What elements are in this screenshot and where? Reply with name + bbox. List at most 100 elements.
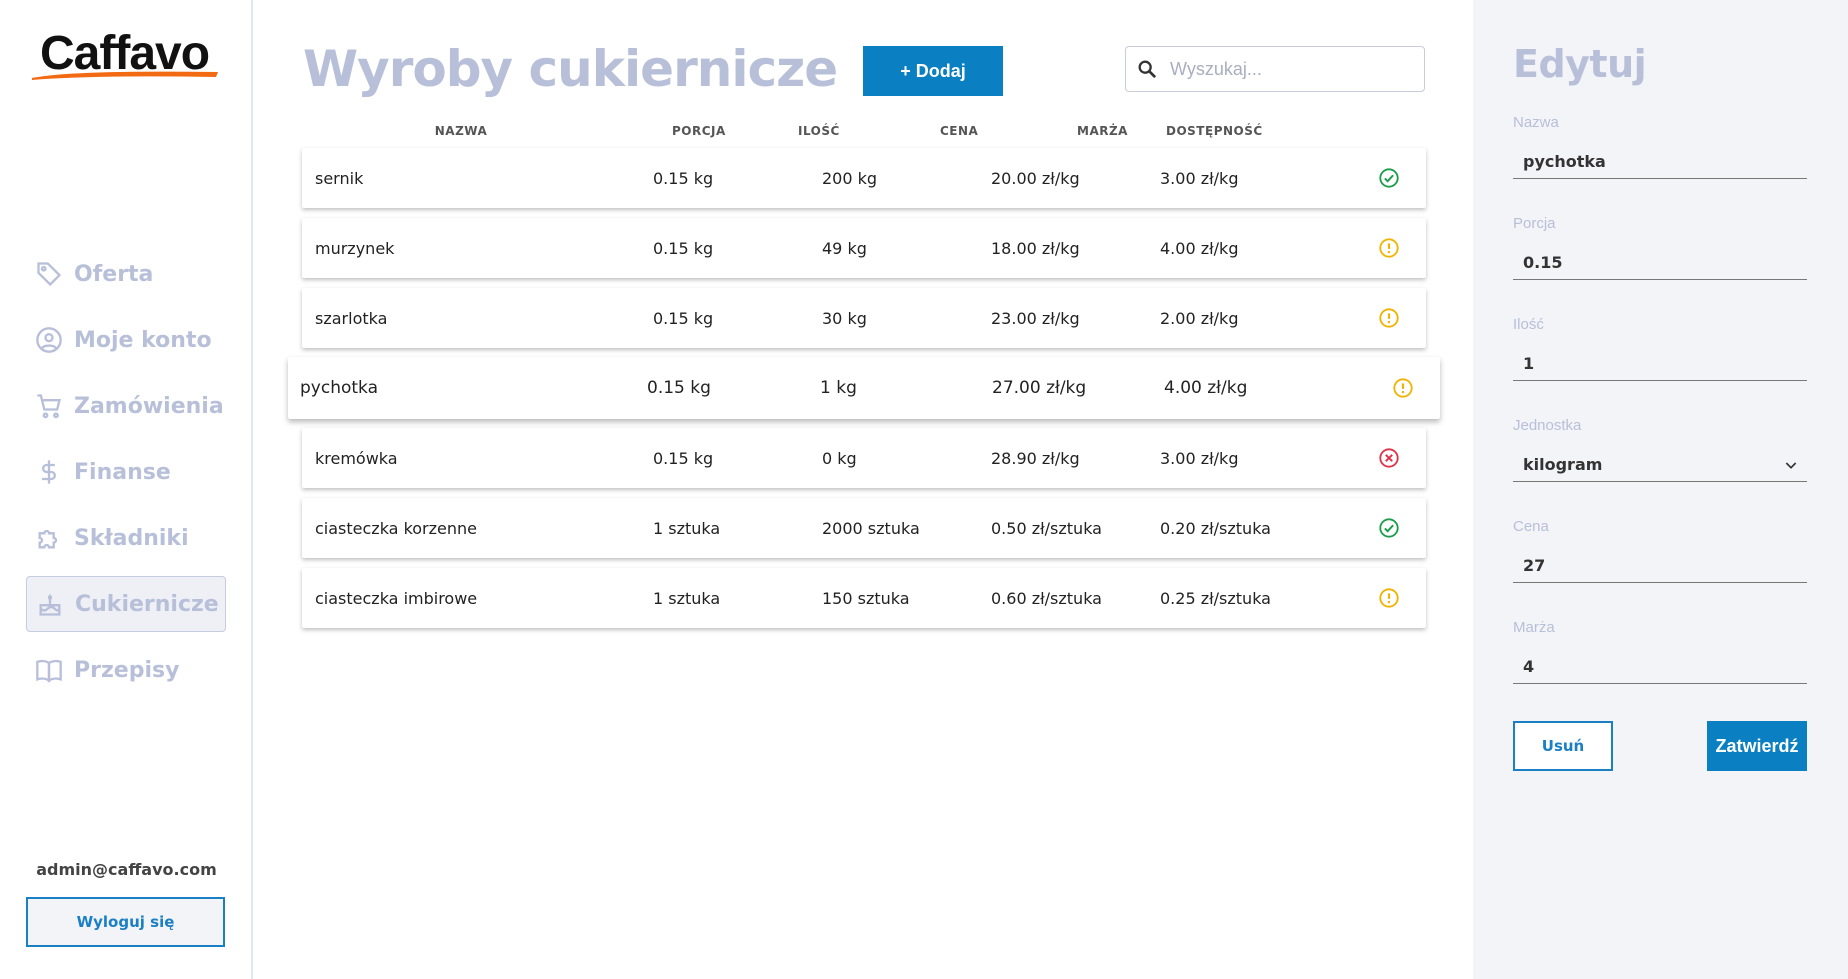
puzzle-icon [34,523,64,553]
check-circle-icon [1378,148,1400,208]
cell-name: sernik [315,168,364,188]
sidebar-item-finanse[interactable]: Finanse [26,444,226,500]
cell-portion: 0.15 kg [653,168,714,188]
edit-panel: Edytuj Nazwa Porcja Ilość Jednostka kilo… [1473,0,1848,979]
main-content: Wyroby cukiernicze + Dodaj NAZWA PORCJA … [255,0,1473,979]
sidebar-item-zamowienia[interactable]: Zamówienia [26,378,226,434]
marza-input[interactable] [1523,657,1807,676]
field-label: Cena [1513,518,1549,535]
check-circle-icon [1378,498,1400,558]
field-ilosc: Ilość [1513,316,1807,381]
cell-margin: 2.00 zł/kg [1160,308,1239,328]
column-header-cena[interactable]: CENA [940,124,978,138]
sidebar-item-label: Przepisy [74,657,180,683]
chevron-down-icon [1785,461,1797,469]
cell-portion: 1 sztuka [653,518,721,538]
sidebar-item-cukiernicze[interactable]: Cukiernicze [26,576,226,632]
app-root: Caffavo Oferta Moje konto Zamówienia Fin… [0,0,1848,979]
table-row[interactable]: ciasteczka korzenne 1 sztuka 2000 sztuka 0.… [302,498,1426,558]
add-button[interactable]: + Dodaj [863,46,1003,96]
sidebar-item-moje-konto[interactable]: Moje konto [26,312,226,368]
sidebar-item-label: Oferta [74,261,154,287]
field-label: Ilość [1513,316,1544,333]
search-input[interactable] [1170,58,1410,80]
cell-margin: 4.00 zł/kg [1164,378,1248,398]
cell-portion: 0.15 kg [647,378,711,398]
field-label: Nazwa [1513,114,1559,131]
cell-margin: 3.00 zł/kg [1160,448,1239,468]
nazwa-input[interactable] [1523,152,1807,171]
cell-name: ciasteczka imbirowe [315,588,478,608]
table-row[interactable]: ciasteczka imbirowe 1 sztuka 150 sztuka 0.6… [302,568,1426,628]
sidebar-item-przepisy[interactable]: Przepisy [26,642,226,698]
confirm-button[interactable]: Zatwierdź [1707,721,1807,771]
field-marza: Marża [1513,619,1807,684]
edit-title: Edytuj [1513,42,1647,86]
page-title: Wyroby cukiernicze [303,40,838,98]
field-jednostka: Jednostka kilogram [1513,417,1807,482]
x-circle-icon [1378,428,1400,488]
cell-price: 18.00 zł/kg [991,238,1080,258]
cell-margin: 4.00 zł/kg [1160,238,1239,258]
caffavo-logo[interactable]: Caffavo [30,26,218,80]
cena-input[interactable] [1523,556,1807,575]
jednostka-select[interactable]: kilogram [1513,448,1807,482]
logout-button[interactable]: Wyloguj się [26,897,225,947]
field-label: Marża [1513,619,1555,636]
jednostka-value: kilogram [1523,455,1603,474]
cell-margin: 0.20 zł/sztuka [1160,518,1271,538]
sidebar-item-label: Cukiernicze [75,591,219,617]
cell-price: 0.60 zł/sztuka [991,588,1102,608]
cell-quantity: 200 kg [822,168,878,188]
sidebar-item-label: Zamówienia [74,393,224,419]
sidebar-item-label: Moje konto [74,327,212,353]
cell-price: 0.50 zł/sztuka [991,518,1102,538]
cell-quantity: 150 sztuka [822,588,910,608]
column-header-porcja[interactable]: PORCJA [672,124,726,138]
sidebar: Caffavo Oferta Moje konto Zamówienia Fin… [0,0,253,979]
column-header-ilosc[interactable]: ILOŚĆ [798,124,840,138]
ilosc-input[interactable] [1523,354,1807,373]
cell-portion: 0.15 kg [653,308,714,328]
porcja-input[interactable] [1523,253,1807,272]
logo-text: Caffavo [40,27,210,80]
cell-margin: 0.25 zł/sztuka [1160,588,1271,608]
field-label: Porcja [1513,215,1556,232]
warning-circle-icon [1378,218,1400,278]
column-header-dostepnosc[interactable]: DOSTĘPNOŚĆ [1166,124,1263,138]
cell-portion: 1 sztuka [653,588,721,608]
book-icon [34,655,64,685]
sidebar-item-label: Finanse [74,459,171,485]
table-row[interactable]: szarlotka 0.15 kg 30 kg 23.00 zł/kg 2.00 zł/… [302,288,1426,348]
cell-price: 23.00 zł/kg [991,308,1080,328]
table-row[interactable]: sernik 0.15 kg 200 kg 20.00 zł/kg 3.00 zł/kg [302,148,1426,208]
cell-name: ciasteczka korzenne [315,518,477,538]
cell-quantity: 30 kg [822,308,867,328]
sidebar-item-oferta[interactable]: Oferta [26,246,226,302]
dollar-icon [34,457,64,487]
delete-button[interactable]: Usuń [1513,721,1613,771]
user-email: admin@caffavo.com [36,860,217,879]
search-icon [1138,60,1156,78]
cell-name: kremówka [315,448,398,468]
cell-portion: 0.15 kg [653,448,714,468]
table-row[interactable]: murzynek 0.15 kg 49 kg 18.00 zł/kg 4.00 zł/k… [302,218,1426,278]
tag-icon [34,259,64,289]
cake-icon [35,589,65,619]
cart-icon [34,391,64,421]
column-header-marza[interactable]: MARŻA [1077,124,1128,138]
sidebar-item-skladniki[interactable]: Składniki [26,510,226,566]
cell-name: pychotka [300,378,379,398]
column-header-nazwa[interactable]: NAZWA [435,124,488,138]
table-row[interactable]: kremówka 0.15 kg 0 kg 28.90 zł/kg 3.00 zł/kg [302,428,1426,488]
search-box[interactable] [1125,46,1425,92]
cell-portion: 0.15 kg [653,238,714,258]
field-nazwa: Nazwa [1513,114,1807,179]
warning-circle-icon [1392,357,1414,419]
cell-name: szarlotka [315,308,388,328]
field-label: Jednostka [1513,417,1582,434]
cell-price: 20.00 zł/kg [991,168,1080,188]
table-row[interactable]: pychotka 0.15 kg 1 kg 27.00 zł/kg 4.00 zł/kg [288,357,1440,419]
warning-circle-icon [1378,568,1400,628]
user-circle-icon [34,325,64,355]
